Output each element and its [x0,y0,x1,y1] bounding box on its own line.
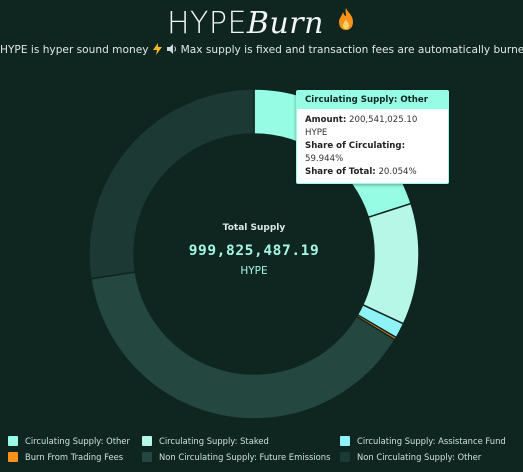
tooltip-title: Circulating Supply: Other [297,91,448,109]
tooltip-row: Amount: 200,541,025.10 HYPE [305,114,440,140]
donut-slice-5[interactable] [90,271,396,420]
tooltip-key: Amount: [305,115,347,125]
legend-item[interactable]: Burn From Trading Fees [8,452,123,462]
center-unit: HYPE [240,265,267,277]
legend-label: Non Circulating Supply: Other [357,452,482,462]
subtitle: HYPE is hyper sound money Max supply is … [0,43,523,56]
donut-slice-2[interactable] [361,202,420,325]
speaker-icon [166,43,177,55]
legend-item[interactable]: Circulating Supply: Assistance Fund [340,436,506,446]
legend-item[interactable]: Non Circulating Supply: Other [340,452,481,462]
page-title: HYPEBurn [0,3,523,43]
center-label: Total Supply [223,223,286,233]
legend-swatch [8,452,18,462]
lightning-icon [152,43,163,55]
tooltip-key: Share of Circulating: [305,141,406,151]
legend-item[interactable]: Circulating Supply: Other [8,436,130,446]
title-main: HYPE [166,6,247,41]
tooltip-value: 20.054% [375,167,417,177]
tooltip-value: 59.944% [305,154,344,164]
subtitle-text: HYPE is hyper sound money [0,44,149,56]
legend-label: Non Circulating Supply: Future Emissions [159,452,331,462]
chart-tooltip: Circulating Supply: Other Amount: 200,54… [296,90,449,184]
tooltip-key: Share of Total: [305,167,376,177]
tooltip-row: Share of Total: 20.054% [305,166,440,179]
legend-label: Circulating Supply: Assistance Fund [357,436,506,446]
legend-swatch [340,436,350,446]
legend-label: Burn From Trading Fees [25,452,124,462]
legend-label: Circulating Supply: Staked [159,436,269,446]
fire-icon [336,3,356,30]
legend-swatch [142,452,152,462]
legend-label: Circulating Supply: Other [25,436,130,446]
legend-item[interactable]: Circulating Supply: Staked [142,436,269,446]
subtitle-rest: Max supply is fixed and transaction fees… [180,44,523,56]
legend-item[interactable]: Non Circulating Supply: Future Emissions [142,452,330,462]
legend-swatch [142,436,152,446]
tooltip-row: Share of Circulating: 59.944% [305,140,440,166]
legend-swatch [8,436,18,446]
title-accent: Burn [246,6,324,41]
center-value: 999,825,487.19 [189,243,320,259]
legend-swatch [340,452,350,462]
